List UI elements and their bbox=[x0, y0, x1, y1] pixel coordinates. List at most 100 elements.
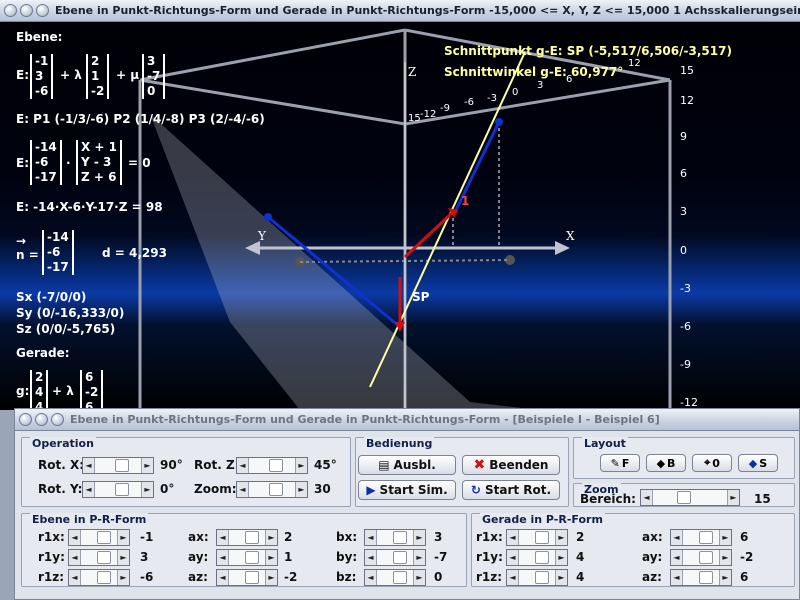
gerade-ay-slider[interactable]: ◄ ► bbox=[670, 549, 732, 566]
start-sim-button[interactable]: ▶ Start Sim. bbox=[358, 480, 456, 500]
left-arrow-icon[interactable]: ◄ bbox=[69, 570, 81, 585]
ebene-r1z-slider[interactable]: ◄ ► bbox=[68, 569, 130, 586]
ebene-ax-value: 2 bbox=[284, 530, 293, 544]
left-arrow-icon[interactable]: ◄ bbox=[671, 530, 683, 545]
right-arrow-icon[interactable]: ► bbox=[555, 550, 567, 565]
ebene-bz-value: 0 bbox=[434, 570, 443, 584]
right-arrow-icon[interactable]: ► bbox=[413, 530, 425, 545]
crosshair-icon: ⌖ bbox=[704, 456, 711, 469]
right-arrow-icon[interactable]: ► bbox=[117, 550, 129, 565]
ebene-by-slider[interactable]: ◄ ► bbox=[364, 549, 426, 566]
beenden-button[interactable]: ✖ Beenden bbox=[462, 455, 560, 475]
position-vector-p1 bbox=[403, 210, 455, 259]
right-arrow-icon[interactable]: ► bbox=[265, 550, 277, 565]
left-arrow-icon[interactable]: ◄ bbox=[69, 530, 81, 545]
ebene-r1z-label: r1z: bbox=[38, 570, 65, 584]
right-arrow-icon[interactable]: ► bbox=[555, 570, 567, 585]
right-arrow-icon[interactable]: ► bbox=[719, 570, 731, 585]
left-arrow-icon[interactable]: ◄ bbox=[507, 530, 519, 545]
panel-menu-icon[interactable] bbox=[19, 413, 32, 426]
e-prefix-normal: E: bbox=[16, 156, 29, 170]
ausbl-button[interactable]: ▤ Ausbl. bbox=[358, 455, 456, 475]
right-arrow-icon[interactable]: ► bbox=[719, 550, 731, 565]
left-arrow-icon[interactable]: ◄ bbox=[83, 482, 95, 497]
zoom-slider[interactable]: ◄ ► bbox=[236, 481, 308, 498]
left-arrow-icon[interactable]: ◄ bbox=[217, 530, 229, 545]
bereich-slider[interactable]: ◄ ► bbox=[640, 489, 740, 506]
right-arrow-icon[interactable]: ► bbox=[141, 458, 153, 473]
right-arrow-icon[interactable]: ► bbox=[117, 570, 129, 585]
rotz-slider[interactable]: ◄ ► bbox=[236, 457, 308, 474]
ebene-bz-label: bz: bbox=[336, 570, 357, 584]
bereich-value: 15 bbox=[754, 492, 771, 506]
gerade-r1y-slider[interactable]: ◄ ► bbox=[506, 549, 568, 566]
panel-maximize-icon[interactable] bbox=[51, 413, 64, 426]
ebene-ay-slider[interactable]: ◄ ► bbox=[216, 549, 278, 566]
left-arrow-icon[interactable]: ◄ bbox=[365, 530, 377, 545]
left-arrow-icon[interactable]: ◄ bbox=[69, 550, 81, 565]
panel-titlebar[interactable]: Ebene in Punkt-Richtungs-Form und Gerade… bbox=[15, 409, 799, 431]
trace-sz: Sz (0/0/-5,765) bbox=[16, 322, 116, 336]
svg-text:-3: -3 bbox=[487, 93, 497, 104]
maximize-icon[interactable] bbox=[36, 4, 49, 17]
ebene-bz-slider[interactable]: ◄ ► bbox=[364, 569, 426, 586]
ebene-bx-value: 3 bbox=[434, 530, 443, 544]
left-arrow-icon[interactable]: ◄ bbox=[641, 490, 653, 505]
right-arrow-icon[interactable]: ► bbox=[117, 530, 129, 545]
right-arrow-icon[interactable]: ► bbox=[265, 570, 277, 585]
left-arrow-icon[interactable]: ◄ bbox=[217, 550, 229, 565]
right-arrow-icon[interactable]: ► bbox=[265, 530, 277, 545]
line-point-vector: 244 bbox=[30, 370, 49, 410]
gerade-heading: Gerade: bbox=[16, 346, 70, 360]
gerade-r1x-slider[interactable]: ◄ ► bbox=[506, 529, 568, 546]
layout-b-button[interactable]: ◆ B bbox=[646, 454, 686, 472]
bedienung-group: Bedienung ▤ Ausbl. ✖ Beenden ▶ Start Sim. ↻… bbox=[355, 437, 569, 507]
layout-s-button[interactable]: ◆ S bbox=[738, 454, 778, 472]
left-arrow-icon[interactable]: ◄ bbox=[671, 570, 683, 585]
projection-lines bbox=[452, 122, 500, 248]
left-arrow-icon[interactable]: ◄ bbox=[365, 570, 377, 585]
gerade-az-slider[interactable]: ◄ ► bbox=[670, 569, 732, 586]
right-arrow-icon[interactable]: ► bbox=[413, 550, 425, 565]
window-menu-icon[interactable] bbox=[4, 4, 17, 17]
left-arrow-icon[interactable]: ◄ bbox=[217, 570, 229, 585]
left-arrow-icon[interactable]: ◄ bbox=[237, 482, 249, 497]
gerade-ax-slider[interactable]: ◄ ► bbox=[670, 529, 732, 546]
right-arrow-icon[interactable]: ► bbox=[727, 490, 739, 505]
layout-0-button[interactable]: ⌖ 0 bbox=[692, 454, 732, 472]
svg-text:0: 0 bbox=[680, 244, 687, 257]
line-direction-vector-text: 6 -2 6 bbox=[80, 370, 104, 410]
gerade-r1z-slider[interactable]: ◄ ► bbox=[506, 569, 568, 586]
ebene-r1x-slider[interactable]: ◄ ► bbox=[68, 529, 130, 546]
right-arrow-icon[interactable]: ► bbox=[413, 570, 425, 585]
3d-viewport[interactable]: 15 -12 -9 -6 -3 0 3 6 12 15 12 9 6 3 0 -… bbox=[0, 22, 800, 410]
normal-vector-n: -14 -6 -17 bbox=[42, 230, 74, 275]
ebene-r1y-slider[interactable]: ◄ ► bbox=[68, 549, 130, 566]
layout-title: Layout bbox=[582, 437, 628, 450]
main-window-titlebar[interactable]: Ebene in Punkt-Richtungs-Form und Gerade… bbox=[0, 0, 800, 22]
ebene-ax-slider[interactable]: ◄ ► bbox=[216, 529, 278, 546]
roty-slider[interactable]: ◄ ► bbox=[82, 481, 154, 498]
ebene-bx-slider[interactable]: ◄ ► bbox=[364, 529, 426, 546]
left-arrow-icon[interactable]: ◄ bbox=[671, 550, 683, 565]
left-arrow-icon[interactable]: ◄ bbox=[507, 570, 519, 585]
rotx-slider[interactable]: ◄ ► bbox=[82, 457, 154, 474]
minimize-icon[interactable] bbox=[20, 4, 33, 17]
panel-minimize-icon[interactable] bbox=[35, 413, 48, 426]
left-arrow-icon[interactable]: ◄ bbox=[83, 458, 95, 473]
roty-value: 0° bbox=[160, 482, 175, 496]
eq-zero: = 0 bbox=[128, 156, 151, 170]
left-arrow-icon[interactable]: ◄ bbox=[365, 550, 377, 565]
right-arrow-icon[interactable]: ► bbox=[295, 458, 307, 473]
ebene-az-slider[interactable]: ◄ ► bbox=[216, 569, 278, 586]
right-arrow-icon[interactable]: ► bbox=[141, 482, 153, 497]
layout-f-button[interactable]: ✎ F bbox=[600, 454, 640, 472]
right-arrow-icon[interactable]: ► bbox=[719, 530, 731, 545]
zoom-label: Zoom: bbox=[194, 482, 237, 496]
rotx-value: 90° bbox=[160, 458, 183, 472]
right-arrow-icon[interactable]: ► bbox=[555, 530, 567, 545]
left-arrow-icon[interactable]: ◄ bbox=[237, 458, 249, 473]
right-arrow-icon[interactable]: ► bbox=[295, 482, 307, 497]
start-rot-button[interactable]: ↻ Start Rot. bbox=[462, 480, 560, 500]
left-arrow-icon[interactable]: ◄ bbox=[507, 550, 519, 565]
